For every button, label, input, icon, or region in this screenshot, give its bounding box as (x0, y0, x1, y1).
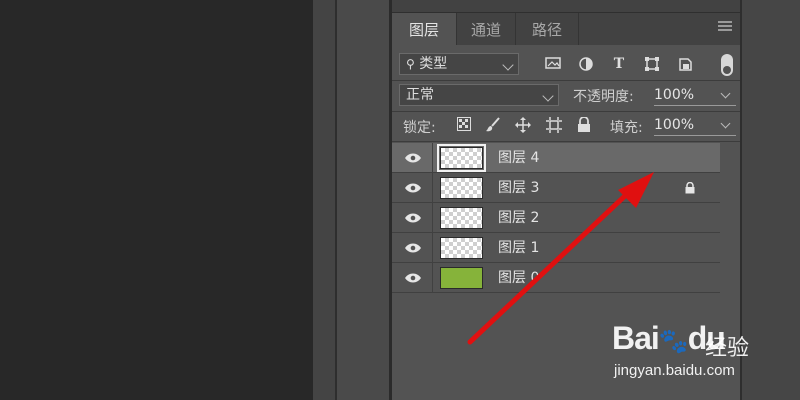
baidu-jingyan-watermark: Bai🐾du 经验 jingyan.baidu.com (612, 312, 792, 392)
watermark-url: jingyan.baidu.com (614, 362, 735, 379)
brand-cn: 经验 (705, 336, 750, 361)
paw-icon: 🐾 (658, 328, 689, 355)
arrow-shaft (467, 190, 631, 345)
logo-text: Bai (612, 320, 660, 356)
arrow-head (618, 172, 654, 208)
